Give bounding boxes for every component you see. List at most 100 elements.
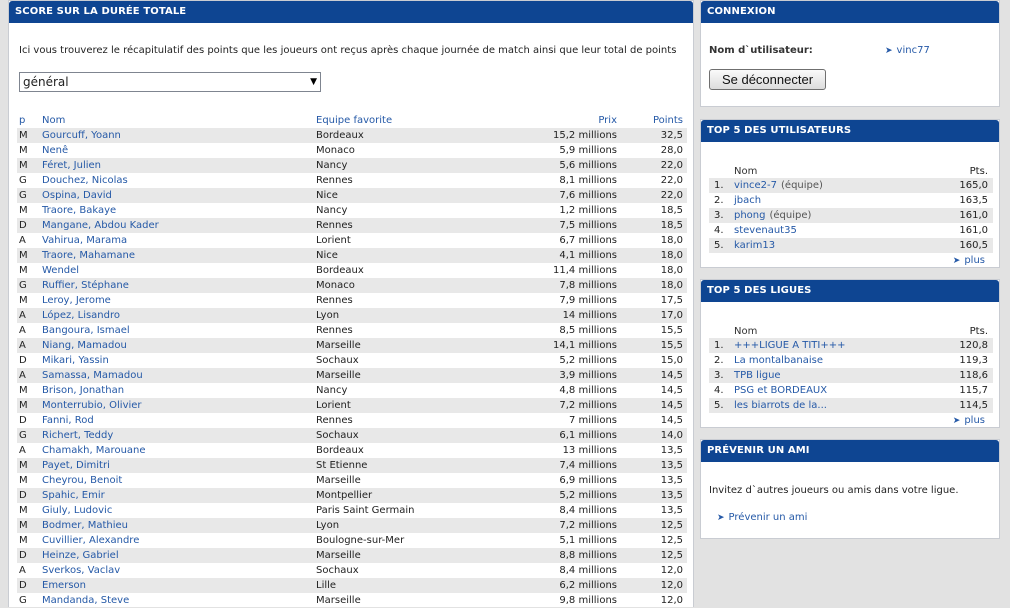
col-header-points[interactable]: Points: [653, 115, 683, 127]
player-position: A: [19, 445, 26, 456]
player-name-link[interactable]: López, Lisandro: [42, 308, 120, 323]
entry-link[interactable]: TPB ligue: [734, 370, 781, 381]
logout-button[interactable]: Se déconnecter: [709, 69, 826, 90]
rank: 1.: [714, 180, 724, 191]
player-team: St Etienne: [316, 460, 368, 471]
player-name-link[interactable]: Cuvillier, Alexandre: [42, 533, 139, 548]
team-link[interactable]: (équipe): [770, 210, 812, 221]
entry-link[interactable]: stevenaut35: [734, 225, 797, 236]
username-text: vinc77: [896, 45, 930, 56]
player-position: M: [19, 520, 28, 531]
chevron-right-icon: ➤: [885, 46, 893, 56]
rank: 4.: [714, 385, 724, 396]
player-name-link[interactable]: Richert, Teddy: [42, 428, 113, 443]
list-item: 1. +++LIGUE A TITI+++ 120,8: [709, 338, 993, 353]
more-link[interactable]: ➤ plus: [701, 413, 985, 428]
player-name-link[interactable]: Heinze, Gabriel: [42, 548, 119, 563]
more-link[interactable]: ➤ plus: [701, 253, 985, 268]
player-name-link[interactable]: Sverkos, Vaclav: [42, 563, 120, 578]
players-table: M Gourcuff, Yoann Bordeaux 15,2 millions 32,…: [17, 128, 687, 608]
player-points: 18,5: [660, 205, 683, 216]
player-name-link[interactable]: Monterrubio, Olivier: [42, 398, 142, 413]
entry-name-wrap: les biarrots de la...: [734, 398, 827, 413]
player-position: G: [19, 280, 27, 291]
player-name-link[interactable]: Douchez, Nicolas: [42, 173, 128, 188]
username-link[interactable]: ➤ vinc77: [885, 45, 930, 56]
invite-friend-link[interactable]: ➤ Prévenir un ami: [717, 512, 807, 523]
player-points: 22,0: [660, 160, 683, 171]
team-link[interactable]: (équipe): [781, 180, 823, 191]
table-row: A Samassa, Mamadou Marseille 3,9 millions 14…: [17, 368, 687, 383]
player-name-link[interactable]: Giuly, Ludovic: [42, 503, 112, 518]
player-position: M: [19, 295, 28, 306]
player-name-link[interactable]: Brison, Jonathan: [42, 383, 124, 398]
player-name-link[interactable]: Payet, Dimitri: [42, 458, 110, 473]
player-name-link[interactable]: Vahirua, Marama: [42, 233, 127, 248]
player-name-link[interactable]: Nenê: [42, 143, 68, 158]
player-name-link[interactable]: Wendel: [42, 263, 79, 278]
top-leagues-col-pts: Pts.: [969, 326, 988, 337]
col-header-team[interactable]: Equipe favorite: [316, 115, 392, 127]
entry-points: 119,3: [959, 355, 988, 366]
col-header-name[interactable]: Nom: [42, 115, 65, 127]
chevron-right-icon: ➤: [717, 513, 725, 523]
player-position: A: [19, 340, 26, 351]
col-header-price[interactable]: Prix: [598, 115, 617, 127]
player-name-link[interactable]: Cheyrou, Benoit: [42, 473, 122, 488]
player-name-link[interactable]: Traore, Bakaye: [42, 203, 116, 218]
entry-link[interactable]: +++LIGUE A TITI+++: [734, 340, 846, 351]
entry-link[interactable]: phong: [734, 210, 766, 221]
col-header-position[interactable]: p: [19, 115, 25, 127]
player-team: Bordeaux: [316, 130, 364, 141]
player-points: 14,0: [660, 430, 683, 441]
entry-link[interactable]: vince2-7: [734, 180, 777, 191]
player-name-link[interactable]: Niang, Mamadou: [42, 338, 127, 353]
player-name-link[interactable]: Bangoura, Ismael: [42, 323, 130, 338]
player-price: 15,2 millions: [553, 130, 617, 141]
player-position: M: [19, 460, 28, 471]
player-name-link[interactable]: Emerson: [42, 578, 86, 593]
table-row: M Gourcuff, Yoann Bordeaux 15,2 millions 32,…: [17, 128, 687, 143]
player-name-link[interactable]: Gourcuff, Yoann: [42, 128, 121, 143]
entry-link[interactable]: La montalbanaise: [734, 355, 823, 366]
entry-link[interactable]: jbach: [734, 195, 761, 206]
player-name-link[interactable]: Ospina, David: [42, 188, 112, 203]
entry-link[interactable]: les biarrots de la...: [734, 400, 827, 411]
entry-link[interactable]: PSG et BORDEAUX: [734, 385, 827, 396]
player-name-link[interactable]: Chamakh, Marouane: [42, 443, 146, 458]
player-name-link[interactable]: Spahic, Emir: [42, 488, 105, 503]
player-team: Lyon: [316, 520, 340, 531]
player-name-link[interactable]: Mangane, Abdou Kader: [42, 218, 159, 233]
list-item: 4. PSG et BORDEAUX 115,7: [709, 383, 993, 398]
table-row: G Ospina, David Nice 7,6 millions 22,0: [17, 188, 687, 203]
table-row: A Sverkos, Vaclav Sochaux 8,4 millions 12,0: [17, 563, 687, 578]
player-name-link[interactable]: Mandanda, Steve: [42, 593, 129, 608]
player-points: 14,5: [660, 370, 683, 381]
list-item: 3. phong (équipe) 161,0: [709, 208, 993, 223]
player-team: Lorient: [316, 235, 351, 246]
player-price: 5,2 millions: [559, 490, 617, 501]
table-row: M Nenê Monaco 5,9 millions 28,0: [17, 143, 687, 158]
player-points: 15,5: [660, 340, 683, 351]
player-price: 14,1 millions: [553, 340, 617, 351]
player-name-link[interactable]: Ruffier, Stéphane: [42, 278, 129, 293]
player-name-link[interactable]: Mikari, Yassin: [42, 353, 109, 368]
player-position: D: [19, 355, 27, 366]
table-row: M Brison, Jonathan Nancy 4,8 millions 14,5: [17, 383, 687, 398]
period-select[interactable]: général ▼: [19, 72, 321, 92]
player-name-link[interactable]: Bodmer, Mathieu: [42, 518, 128, 533]
player-name-link[interactable]: Leroy, Jerome: [42, 293, 111, 308]
entry-points: 120,8: [959, 340, 988, 351]
player-name-link[interactable]: Traore, Mahamane: [42, 248, 135, 263]
player-name-link[interactable]: Féret, Julien: [42, 158, 101, 173]
top-leagues-title: TOP 5 DES LIGUES: [701, 280, 999, 302]
player-price: 5,9 millions: [559, 145, 617, 156]
table-row: M Traore, Mahamane Nice 4,1 millions 18,0: [17, 248, 687, 263]
player-name-link[interactable]: Fanni, Rod: [42, 413, 94, 428]
table-row: M Cuvillier, Alexandre Boulogne-sur-Mer 5,1…: [17, 533, 687, 548]
player-points: 15,0: [660, 355, 683, 366]
entry-link[interactable]: karim13: [734, 240, 775, 251]
player-name-link[interactable]: Samassa, Mamadou: [42, 368, 143, 383]
entry-points: 165,0: [959, 180, 988, 191]
player-position: D: [19, 580, 27, 591]
